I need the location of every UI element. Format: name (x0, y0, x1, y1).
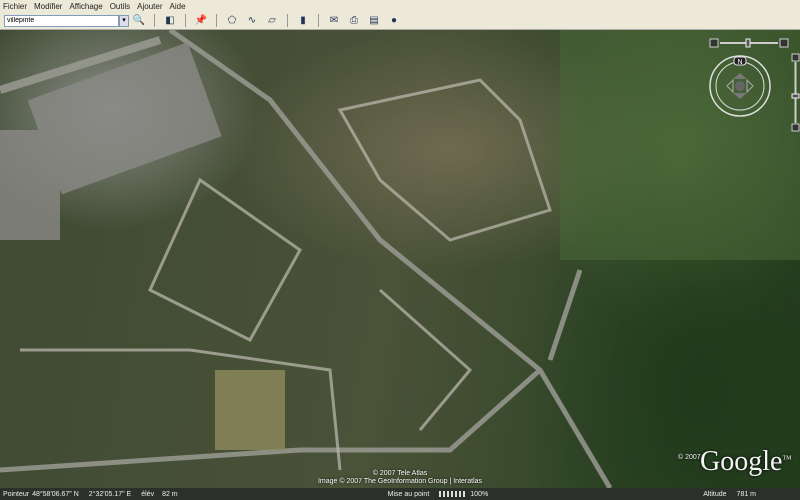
joystick-center (735, 81, 745, 91)
streaming-bar (439, 491, 468, 497)
menu-bar: Fichier Modifier Affichage Outils Ajoute… (0, 0, 800, 12)
polygon-icon[interactable]: ⬠ (225, 14, 239, 27)
pan-right-icon (746, 78, 754, 94)
pan-up-icon (733, 73, 747, 79)
road-network (0, 30, 800, 488)
pointer-latitude: 48°58'06.67" N (32, 490, 79, 498)
sports-field (215, 370, 285, 450)
attribution: © 2007 Tele Atlas Image © 2007 The GeoIn… (300, 470, 500, 486)
streaming-percent: 100% (470, 490, 489, 498)
map-view[interactable] (0, 30, 800, 488)
elevation-value: 82 m (162, 490, 178, 498)
sidebar-toggle-icon[interactable]: ◧ (163, 14, 177, 27)
email-icon[interactable]: ✉ (327, 14, 341, 27)
pan-left-icon (726, 78, 734, 94)
tilt-down-button (709, 38, 719, 48)
navigation-controls[interactable]: N (700, 36, 800, 136)
placemark-icon[interactable]: 📌 (194, 14, 208, 27)
toolbar: ▾ 🔍 ◧ 📌 ⬠ ∿ ▱ ▮ ✉ ⎙ ▤ ● (0, 12, 800, 30)
zoom-out-button (791, 123, 800, 132)
google-maps-icon[interactable]: ▤ (367, 14, 381, 27)
attribution-line-2: Image © 2007 The GeoInformation Group | … (317, 478, 483, 485)
logo-text: Google (700, 446, 783, 477)
altitude-value: 781 m (736, 490, 757, 498)
focus-label: Mise au point (387, 490, 430, 498)
divider (185, 14, 186, 27)
zoom-in-button (791, 53, 800, 62)
zoom-slider-thumb (791, 93, 800, 99)
pointer-label: Pointeur (3, 490, 30, 498)
road (547, 269, 583, 361)
divider (287, 14, 288, 27)
ruler-icon[interactable]: ▮ (296, 14, 310, 27)
menu-view[interactable]: Affichage (69, 2, 102, 11)
pan-down-icon (733, 93, 747, 99)
tilt-slider-thumb (745, 38, 751, 48)
google-logo: © 2007 GoogleTM (678, 446, 792, 478)
elevation-label: élév (141, 490, 155, 498)
parking-lot (0, 130, 60, 240)
menu-file[interactable]: Fichier (3, 2, 27, 11)
logo-tm: TM (782, 455, 792, 462)
search-input[interactable] (4, 14, 119, 27)
search-icon[interactable]: 🔍 (132, 14, 146, 27)
altitude-label: Altitude (703, 490, 727, 498)
image-overlay-icon[interactable]: ▱ (265, 14, 279, 27)
menu-help[interactable]: Aide (170, 2, 186, 11)
attribution-line-1: © 2007 Tele Atlas (372, 470, 428, 477)
path-icon[interactable]: ∿ (245, 14, 259, 27)
status-bar: Pointeur 48°58'06.67" N 2°32'05.17" E él… (0, 488, 800, 500)
logo-copyright: © 2007 (678, 454, 701, 461)
divider (216, 14, 217, 27)
menu-tools[interactable]: Outils (110, 2, 130, 11)
north-label: N (737, 59, 742, 66)
search-history-dropdown[interactable]: ▾ (119, 14, 129, 27)
menu-add[interactable]: Ajouter (137, 2, 162, 11)
divider (318, 14, 319, 27)
menu-edit[interactable]: Modifier (34, 2, 62, 11)
sky-icon[interactable]: ● (387, 14, 401, 27)
divider (154, 14, 155, 27)
tilt-up-button (779, 38, 789, 48)
pointer-longitude: 2°32'05.17" E (88, 490, 132, 498)
print-icon[interactable]: ⎙ (347, 14, 361, 27)
